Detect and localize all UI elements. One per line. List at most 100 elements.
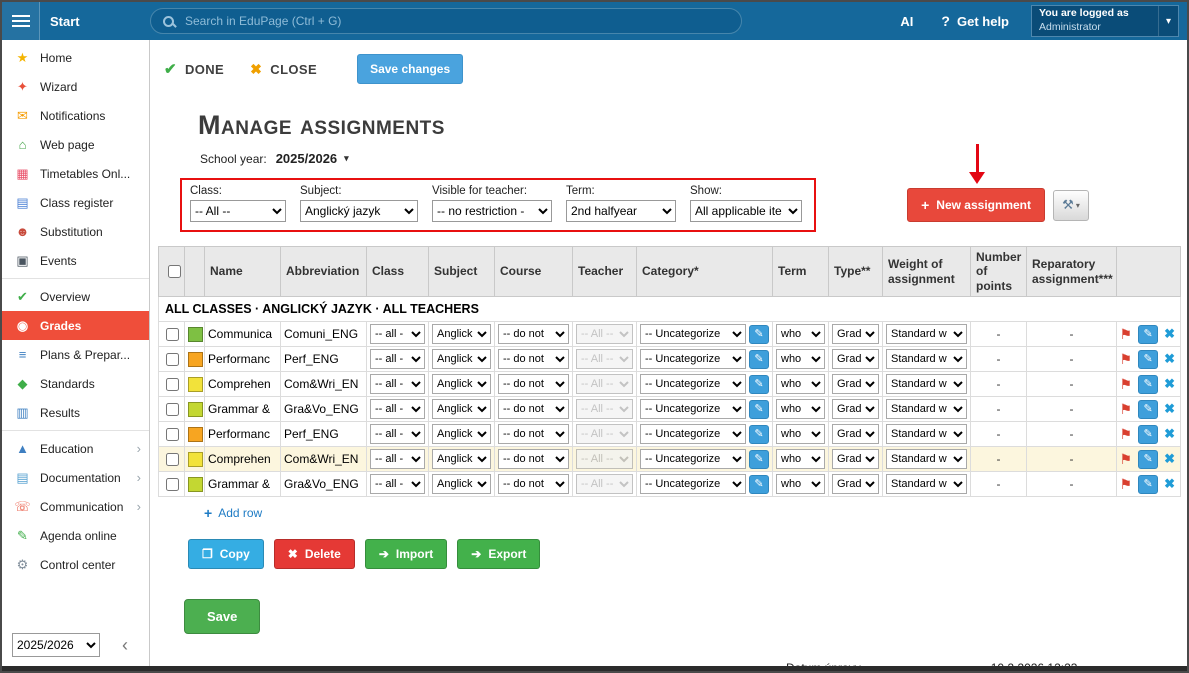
delete-row-icon[interactable]: ✖	[1164, 476, 1175, 492]
subject-select[interactable]: Anglick	[432, 449, 491, 469]
subject-filter-select[interactable]: Anglický jazyk	[300, 200, 418, 222]
row-checkbox[interactable]	[166, 378, 179, 391]
category-select[interactable]: -- Uncategorize	[640, 474, 746, 494]
class-select[interactable]: -- all -	[370, 449, 425, 469]
term-select[interactable]: who	[776, 474, 825, 494]
tools-button[interactable]: ⚒ ▾	[1053, 190, 1089, 221]
class-select[interactable]: -- all -	[370, 424, 425, 444]
course-select[interactable]: -- do not	[498, 474, 569, 494]
row-checkbox[interactable]	[166, 478, 179, 491]
category-select[interactable]: -- Uncategorize	[640, 349, 746, 369]
subject-select[interactable]: Anglick	[432, 474, 491, 494]
class-filter-select[interactable]: -- All --	[190, 200, 286, 222]
teacher-select[interactable]: -- All --	[576, 449, 633, 469]
weight-select[interactable]: Standard w	[886, 349, 967, 369]
teacher-select[interactable]: -- All --	[576, 374, 633, 394]
export-button[interactable]: ➔ Export	[457, 539, 540, 569]
row-checkbox[interactable]	[166, 403, 179, 416]
subject-select[interactable]: Anglick	[432, 424, 491, 444]
weight-select[interactable]: Standard w	[886, 324, 967, 344]
add-row-link[interactable]: + Add row	[204, 505, 262, 521]
subject-select[interactable]: Anglick	[432, 374, 491, 394]
term-select[interactable]: who	[776, 349, 825, 369]
term-select[interactable]: who	[776, 324, 825, 344]
teacher-select[interactable]: -- All --	[576, 324, 633, 344]
sidebar-item-results[interactable]: ▥Results	[2, 398, 149, 427]
sidebar-item-timetables-onl[interactable]: ▦Timetables Onl...	[2, 159, 149, 188]
type-select[interactable]: Grad	[832, 374, 879, 394]
teacher-select[interactable]: -- All --	[576, 474, 633, 494]
edit-category-button[interactable]: ✎	[749, 475, 769, 494]
weight-select[interactable]: Standard w	[886, 374, 967, 394]
sidebar-item-plans-prepar[interactable]: ≡Plans & Prepar...	[2, 340, 149, 369]
sidebar-item-substitution[interactable]: ☻Substitution	[2, 217, 149, 246]
subject-select[interactable]: Anglick	[432, 349, 491, 369]
flag-icon[interactable]: ⚑	[1120, 451, 1133, 468]
edit-category-button[interactable]: ✎	[749, 425, 769, 444]
delete-row-icon[interactable]: ✖	[1164, 426, 1175, 442]
teacher-select[interactable]: -- All --	[576, 424, 633, 444]
edit-row-button[interactable]: ✎	[1138, 450, 1158, 469]
delete-row-icon[interactable]: ✖	[1164, 451, 1175, 467]
school-year-dropdown[interactable]: 2025/2026 ▾	[276, 151, 349, 166]
term-select[interactable]: who	[776, 449, 825, 469]
flag-icon[interactable]: ⚑	[1120, 326, 1133, 343]
flag-icon[interactable]: ⚑	[1120, 351, 1133, 368]
subject-select[interactable]: Anglick	[432, 399, 491, 419]
edit-row-button[interactable]: ✎	[1138, 400, 1158, 419]
save-changes-button[interactable]: Save changes	[357, 54, 463, 84]
row-checkbox[interactable]	[166, 453, 179, 466]
close-button[interactable]: ✖ CLOSE	[250, 61, 317, 78]
delete-row-icon[interactable]: ✖	[1164, 326, 1175, 342]
sidebar-item-events[interactable]: ▣Events	[2, 246, 149, 275]
category-select[interactable]: -- Uncategorize	[640, 324, 746, 344]
sidebar-item-web-page[interactable]: ⌂Web page	[2, 130, 149, 159]
term-select[interactable]: who	[776, 399, 825, 419]
done-button[interactable]: ✔ DONE	[164, 60, 224, 78]
flag-icon[interactable]: ⚑	[1120, 401, 1133, 418]
type-select[interactable]: Grad	[832, 324, 879, 344]
weight-select[interactable]: Standard w	[886, 474, 967, 494]
save-button[interactable]: Save	[184, 599, 260, 634]
delete-row-icon[interactable]: ✖	[1164, 401, 1175, 417]
class-select[interactable]: -- all -	[370, 474, 425, 494]
course-select[interactable]: -- do not	[498, 399, 569, 419]
visible-for-teacher-filter-select[interactable]: -- no restriction -	[432, 200, 552, 222]
sidebar-item-standards[interactable]: ◆Standards	[2, 369, 149, 398]
edit-category-button[interactable]: ✎	[749, 375, 769, 394]
category-select[interactable]: -- Uncategorize	[640, 399, 746, 419]
sidebar-item-home[interactable]: ★Home	[2, 43, 149, 72]
type-select[interactable]: Grad	[832, 474, 879, 494]
class-select[interactable]: -- all -	[370, 324, 425, 344]
class-select[interactable]: -- all -	[370, 399, 425, 419]
sidebar-item-agenda-online[interactable]: ✎Agenda online	[2, 521, 149, 550]
row-checkbox[interactable]	[166, 328, 179, 341]
import-button[interactable]: ➔ Import	[365, 539, 447, 569]
type-select[interactable]: Grad	[832, 349, 879, 369]
flag-icon[interactable]: ⚑	[1120, 426, 1133, 443]
show-filter-select[interactable]: All applicable ite	[690, 200, 802, 222]
row-checkbox[interactable]	[166, 353, 179, 366]
sidebar-item-class-register[interactable]: ▤Class register	[2, 188, 149, 217]
type-select[interactable]: Grad	[832, 449, 879, 469]
start-button[interactable]: Start	[50, 14, 80, 29]
weight-select[interactable]: Standard w	[886, 449, 967, 469]
search-input[interactable]	[183, 13, 729, 29]
class-select[interactable]: -- all -	[370, 374, 425, 394]
sidebar-item-overview[interactable]: ✔Overview	[2, 282, 149, 311]
edit-category-button[interactable]: ✎	[749, 325, 769, 344]
category-select[interactable]: -- Uncategorize	[640, 374, 746, 394]
course-select[interactable]: -- do not	[498, 449, 569, 469]
weight-select[interactable]: Standard w	[886, 399, 967, 419]
delete-row-icon[interactable]: ✖	[1164, 376, 1175, 392]
select-all-checkbox[interactable]	[168, 265, 181, 278]
type-select[interactable]: Grad	[832, 424, 879, 444]
teacher-select[interactable]: -- All --	[576, 399, 633, 419]
category-select[interactable]: -- Uncategorize	[640, 424, 746, 444]
flag-icon[interactable]: ⚑	[1120, 376, 1133, 393]
course-select[interactable]: -- do not	[498, 374, 569, 394]
edit-row-button[interactable]: ✎	[1138, 425, 1158, 444]
subject-select[interactable]: Anglick	[432, 324, 491, 344]
row-checkbox[interactable]	[166, 428, 179, 441]
menu-icon[interactable]	[2, 2, 40, 40]
